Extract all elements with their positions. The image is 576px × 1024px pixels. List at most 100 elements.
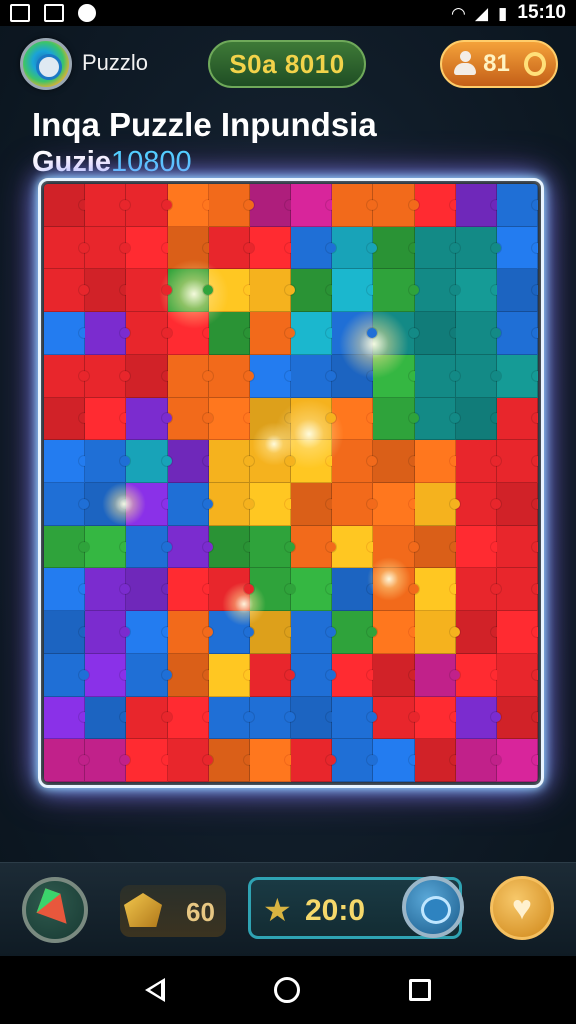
puzzle-piece[interactable] xyxy=(249,611,296,654)
puzzle-piece[interactable] xyxy=(414,611,460,654)
puzzle-piece[interactable] xyxy=(373,525,419,569)
puzzle-piece[interactable] xyxy=(496,440,538,483)
puzzle-piece[interactable] xyxy=(496,354,538,398)
puzzle-piece[interactable] xyxy=(249,440,296,483)
puzzle-piece[interactable] xyxy=(126,226,172,270)
puzzle-piece[interactable] xyxy=(455,354,502,398)
puzzle-piece[interactable] xyxy=(85,354,131,398)
puzzle-piece[interactable] xyxy=(291,269,337,313)
puzzle-piece[interactable] xyxy=(85,269,131,313)
puzzle-piece[interactable] xyxy=(249,226,296,270)
puzzle-piece[interactable] xyxy=(496,568,538,612)
puzzle-piece[interactable] xyxy=(414,269,460,313)
puzzle-piece[interactable] xyxy=(332,440,378,483)
puzzle-piece[interactable] xyxy=(208,525,255,569)
puzzle-piece[interactable] xyxy=(167,269,213,313)
puzzle-piece[interactable] xyxy=(249,354,296,398)
puzzle-piece[interactable] xyxy=(208,312,255,355)
puzzle-piece[interactable] xyxy=(291,397,337,441)
puzzle-piece[interactable] xyxy=(85,611,131,654)
puzzle-piece[interactable] xyxy=(208,269,255,313)
puzzle-piece[interactable] xyxy=(167,354,213,398)
puzzle-piece[interactable] xyxy=(126,611,172,654)
puzzle-piece[interactable] xyxy=(373,184,419,227)
puzzle-piece[interactable] xyxy=(414,184,460,227)
puzzle-piece[interactable] xyxy=(85,312,131,355)
puzzle-piece[interactable] xyxy=(414,653,460,697)
puzzle-piece[interactable] xyxy=(455,568,502,612)
puzzle-piece[interactable] xyxy=(167,525,213,569)
puzzle-piece[interactable] xyxy=(85,525,131,569)
puzzle-piece[interactable] xyxy=(249,184,296,227)
puzzle-piece[interactable] xyxy=(414,483,460,526)
puzzle-piece[interactable] xyxy=(332,354,378,398)
recents-icon[interactable] xyxy=(409,979,432,1001)
puzzle-piece[interactable] xyxy=(208,653,255,697)
puzzle-piece[interactable] xyxy=(332,269,378,313)
puzzle-piece[interactable] xyxy=(291,739,337,782)
puzzle-piece[interactable] xyxy=(455,440,502,483)
puzzle-piece[interactable] xyxy=(373,483,419,526)
puzzle-piece[interactable] xyxy=(126,354,172,398)
puzzle-piece[interactable] xyxy=(126,269,172,313)
puzzle-piece[interactable] xyxy=(249,269,296,313)
puzzle-piece[interactable] xyxy=(44,611,90,654)
coins-badge[interactable]: 81 xyxy=(440,40,558,88)
puzzle-piece[interactable] xyxy=(291,653,337,697)
puzzle-piece[interactable] xyxy=(332,653,378,697)
puzzle-piece[interactable] xyxy=(332,611,378,654)
puzzle-piece[interactable] xyxy=(167,184,213,227)
puzzle-piece[interactable] xyxy=(249,653,296,697)
puzzle-piece[interactable] xyxy=(496,226,538,270)
puzzle-piece[interactable] xyxy=(167,653,213,697)
puzzle-piece[interactable] xyxy=(85,696,131,740)
puzzle-piece[interactable] xyxy=(85,483,131,526)
hint-button[interactable] xyxy=(402,876,464,938)
puzzle-piece[interactable] xyxy=(414,312,460,355)
puzzle-piece[interactable] xyxy=(414,397,460,441)
puzzle-piece[interactable] xyxy=(291,184,337,227)
puzzle-piece[interactable] xyxy=(126,184,172,227)
puzzle-piece[interactable] xyxy=(208,696,255,740)
puzzle-piece[interactable] xyxy=(126,397,172,441)
puzzle-piece[interactable] xyxy=(332,397,378,441)
puzzle-piece[interactable] xyxy=(126,739,172,782)
puzzle-piece[interactable] xyxy=(44,653,90,697)
puzzle-piece[interactable] xyxy=(496,653,538,697)
puzzle-piece[interactable] xyxy=(373,440,419,483)
puzzle-piece[interactable] xyxy=(291,440,337,483)
puzzle-piece[interactable] xyxy=(44,440,90,483)
puzzle-piece[interactable] xyxy=(291,483,337,526)
puzzle-piece[interactable] xyxy=(291,696,337,740)
puzzle-piece[interactable] xyxy=(208,611,255,654)
puzzle-piece[interactable] xyxy=(126,312,172,355)
puzzle-piece[interactable] xyxy=(167,440,213,483)
puzzle-piece[interactable] xyxy=(249,483,296,526)
puzzle-piece[interactable] xyxy=(455,653,502,697)
puzzle-piece[interactable] xyxy=(332,312,378,355)
puzzle-piece[interactable] xyxy=(496,483,538,526)
puzzle-piece[interactable] xyxy=(167,568,213,612)
puzzle-piece[interactable] xyxy=(455,184,502,227)
puzzle-piece[interactable] xyxy=(208,440,255,483)
puzzle-piece[interactable] xyxy=(332,525,378,569)
puzzle-piece[interactable] xyxy=(126,653,172,697)
puzzle-piece[interactable] xyxy=(455,397,502,441)
puzzle-piece[interactable] xyxy=(291,226,337,270)
puzzle-piece[interactable] xyxy=(496,696,538,740)
puzzle-piece[interactable] xyxy=(44,312,90,355)
puzzle-piece[interactable] xyxy=(249,525,296,569)
puzzle-piece[interactable] xyxy=(496,397,538,441)
puzzle-piece[interactable] xyxy=(373,611,419,654)
puzzle-piece[interactable] xyxy=(85,568,131,612)
puzzle-piece[interactable] xyxy=(85,397,131,441)
puzzle-piece[interactable] xyxy=(44,525,90,569)
app-logo-icon[interactable] xyxy=(20,38,72,90)
puzzle-piece[interactable] xyxy=(208,739,255,782)
puzzle-piece[interactable] xyxy=(167,611,213,654)
puzzle-piece[interactable] xyxy=(414,739,460,782)
puzzle-piece[interactable] xyxy=(414,354,460,398)
puzzle-piece[interactable] xyxy=(373,354,419,398)
puzzle-piece[interactable] xyxy=(208,184,255,227)
puzzle-piece[interactable] xyxy=(455,269,502,313)
